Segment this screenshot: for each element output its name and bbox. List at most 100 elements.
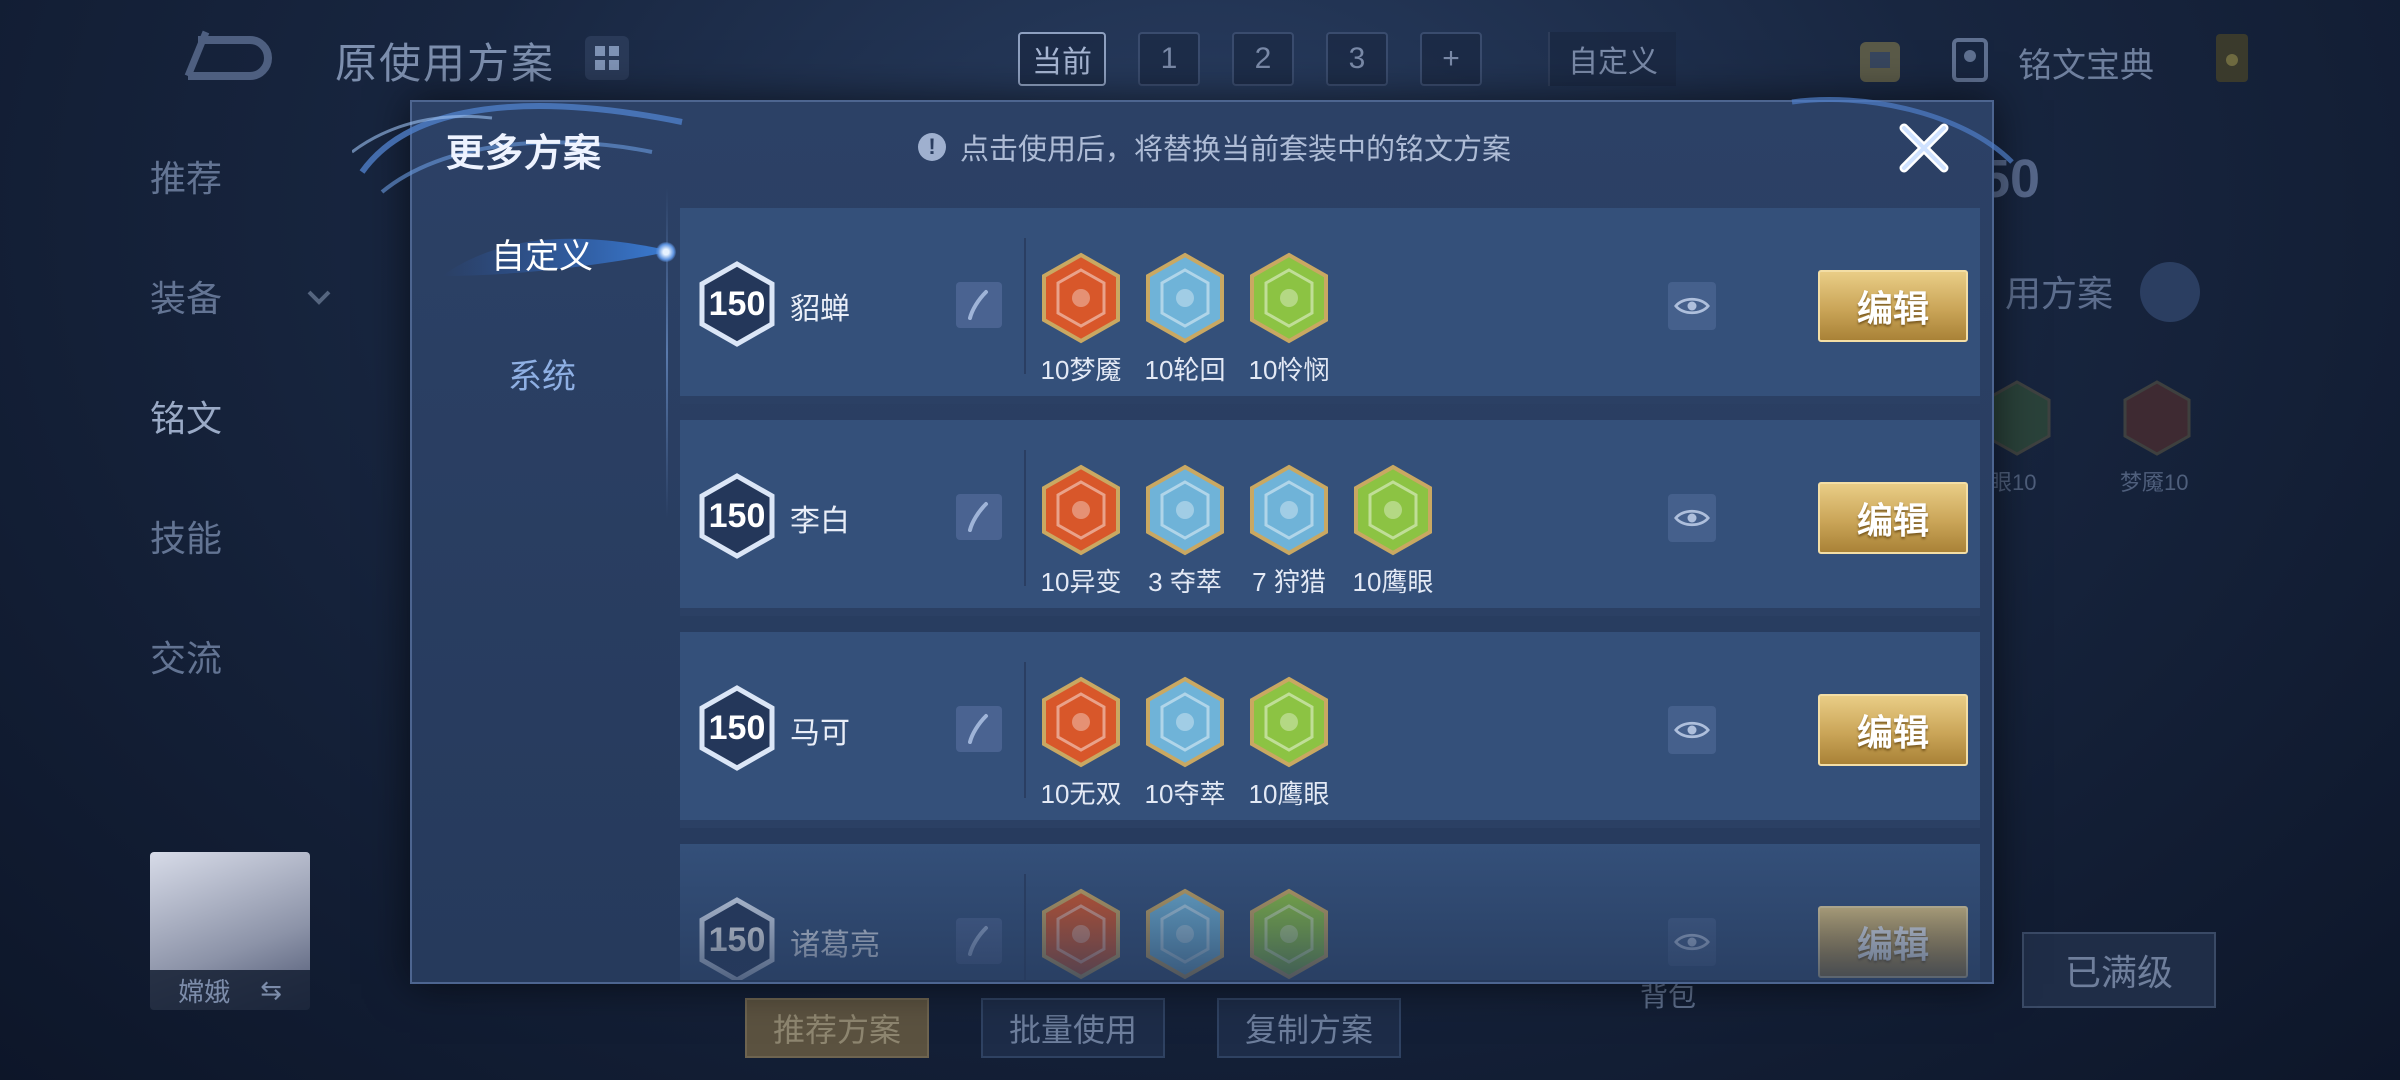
plan-level: 150 <box>708 920 766 959</box>
tab-current[interactable]: 当前 <box>1018 32 1106 86</box>
plan-level: 150 <box>708 284 766 323</box>
rune-label: 3 夺萃 <box>1148 567 1222 597</box>
menu-icon[interactable] <box>2140 262 2200 322</box>
bg-plan-text: 用方案 <box>2005 273 2114 314</box>
dialog-left-tabs: 自定义 系统 <box>412 188 676 980</box>
plan-tabs: 当前 1 2 3 + <box>1018 32 1482 86</box>
edit-button[interactable]: 编辑 <box>1818 270 1968 342</box>
signal-icon <box>2216 34 2248 82</box>
green-rune-icon[interactable] <box>1248 888 1330 980</box>
hero-name: 貂蝉 <box>790 293 850 326</box>
dialog-tip: ! 点击使用后，将替换当前套装中的铭文方案 <box>918 126 1511 168</box>
bg-rune-label: 眼10 <box>1990 470 2037 495</box>
green-rune-icon[interactable] <box>1248 676 1330 768</box>
blue-rune-icon[interactable] <box>1144 464 1226 556</box>
preview-button[interactable] <box>1668 494 1716 542</box>
nav-rune[interactable]: 铭文 <box>150 390 222 510</box>
nav-recommend[interactable]: 推荐 <box>150 150 222 270</box>
plan-level: 150 <box>708 708 766 747</box>
tab-1[interactable]: 1 <box>1138 32 1200 86</box>
tab-2[interactable]: 2 <box>1232 32 1294 86</box>
red-rune-icon[interactable] <box>1040 888 1122 980</box>
tab-3[interactable]: 3 <box>1326 32 1388 86</box>
nav-chat[interactable]: 交流 <box>150 630 222 750</box>
row-divider <box>1024 874 1026 980</box>
tab-system-plans[interactable]: 系统 <box>412 328 672 418</box>
codex-icon[interactable] <box>1950 36 1990 84</box>
bg-rune-label: 梦魇10 <box>2120 470 2189 495</box>
rune-label: 10鹰眼 <box>1352 567 1434 597</box>
plan-list: 150 貂蝉 10梦魇 10轮回 10怜悯 编辑 150 李白 10异变 3 夺萃 7 狩猎 10鹰眼… <box>680 208 1980 980</box>
rune-label: 10怜悯 <box>1248 355 1330 385</box>
hero-name: 李白 <box>790 505 850 538</box>
preview-button[interactable] <box>1668 706 1716 754</box>
red-rune-icon[interactable] <box>1040 464 1122 556</box>
hero-name: 诸葛亮 <box>790 929 880 962</box>
rune-label: 10夺萃 <box>1144 779 1226 809</box>
rune-label: 10异变 <box>1040 567 1122 597</box>
recommend-plan-button[interactable]: 推荐方案 <box>745 998 930 1058</box>
side-nav: 推荐 装备 铭文 技能 交流 <box>150 150 222 750</box>
rune-label: 10梦魇 <box>1040 355 1122 385</box>
info-icon: ! <box>918 133 946 161</box>
bottom-buttons: 推荐方案 批量使用 复制方案 <box>745 998 1402 1058</box>
pencil-icon <box>968 290 988 320</box>
swirl-rune-icon[interactable] <box>1144 252 1226 344</box>
rune-label: 7 狩猎 <box>1252 567 1326 597</box>
preview-button[interactable] <box>1668 918 1716 966</box>
tab-custom[interactable]: 自定义 <box>1548 32 1676 86</box>
rename-button[interactable] <box>956 706 1002 752</box>
rename-button[interactable] <box>956 918 1002 964</box>
eye-icon <box>1674 721 1710 739</box>
tab-custom-plans[interactable]: 自定义 <box>412 208 672 298</box>
chevron-down-icon <box>307 290 331 305</box>
green-rune-icon[interactable] <box>1352 464 1434 556</box>
close-icon[interactable] <box>1894 118 1954 178</box>
tip-text: 点击使用后，将替换当前套装中的铭文方案 <box>960 134 1512 166</box>
left-divider <box>666 188 668 518</box>
blue-rune-icon[interactable] <box>1144 676 1226 768</box>
swap-icon[interactable]: ⇆ <box>260 975 282 1006</box>
rename-button[interactable] <box>956 282 1002 328</box>
rune-label: 10无双 <box>1040 779 1122 809</box>
copy-plan-button[interactable]: 复制方案 <box>1217 998 1402 1058</box>
edit-button[interactable]: 编辑 <box>1818 482 1968 554</box>
red-rune-icon[interactable] <box>1040 676 1122 768</box>
rename-button[interactable] <box>956 494 1002 540</box>
codex-label[interactable]: 铭文宝典 <box>2018 38 2154 87</box>
red-rune-icon[interactable] <box>1040 252 1122 344</box>
plan-row[interactable]: 150 马可 10无双 10夺萃 10鹰眼 编辑 <box>680 632 1980 828</box>
grid-icon[interactable] <box>585 36 629 80</box>
tab-add[interactable]: + <box>1420 32 1482 86</box>
preview-button[interactable] <box>1668 282 1716 330</box>
pencil-icon <box>968 502 988 532</box>
plan-level: 150 <box>708 496 766 535</box>
avatar-name: 嫦娥 ⇆ <box>150 970 310 1010</box>
pencil-icon <box>968 926 988 956</box>
edit-button[interactable]: 编辑 <box>1818 906 1968 978</box>
eye-icon <box>1674 509 1710 527</box>
edit-button[interactable]: 编辑 <box>1818 694 1968 766</box>
green-rune-icon[interactable] <box>1248 252 1330 344</box>
maxed-button[interactable]: 已满级 <box>2022 932 2216 1008</box>
lightning-rune-icon[interactable] <box>1144 888 1226 980</box>
nav-skill[interactable]: 技能 <box>150 510 222 630</box>
more-plans-dialog: 更多方案 ! 点击使用后，将替换当前套装中的铭文方案 自定义 系统 150 貂蝉 1… <box>352 97 2014 984</box>
rune-label: 10鹰眼 <box>1248 779 1330 809</box>
batch-use-button[interactable]: 批量使用 <box>981 998 1166 1058</box>
rune-label: 10轮回 <box>1144 355 1226 385</box>
bg-red-rune-icon <box>2123 380 2191 456</box>
hero-name: 马可 <box>790 717 850 750</box>
plan-row[interactable]: 150 李白 10异变 3 夺萃 7 狩猎 10鹰眼 编辑 <box>680 420 1980 616</box>
dialog-title: 更多方案 <box>446 133 603 175</box>
active-tab-indicator <box>656 242 676 262</box>
pencil-icon <box>968 714 988 744</box>
chest-icon[interactable] <box>1850 34 1910 88</box>
plan-row[interactable]: 150 诸葛亮 编辑 <box>680 844 1980 980</box>
eye-icon <box>1674 933 1710 951</box>
plan-row[interactable]: 150 貂蝉 10梦魇 10轮回 10怜悯 编辑 <box>680 208 1980 404</box>
nav-equipment[interactable]: 装备 <box>150 270 222 390</box>
back-arrow-icon[interactable] <box>180 30 280 86</box>
lightning-rune-icon[interactable] <box>1248 464 1330 556</box>
eye-icon <box>1674 297 1710 315</box>
